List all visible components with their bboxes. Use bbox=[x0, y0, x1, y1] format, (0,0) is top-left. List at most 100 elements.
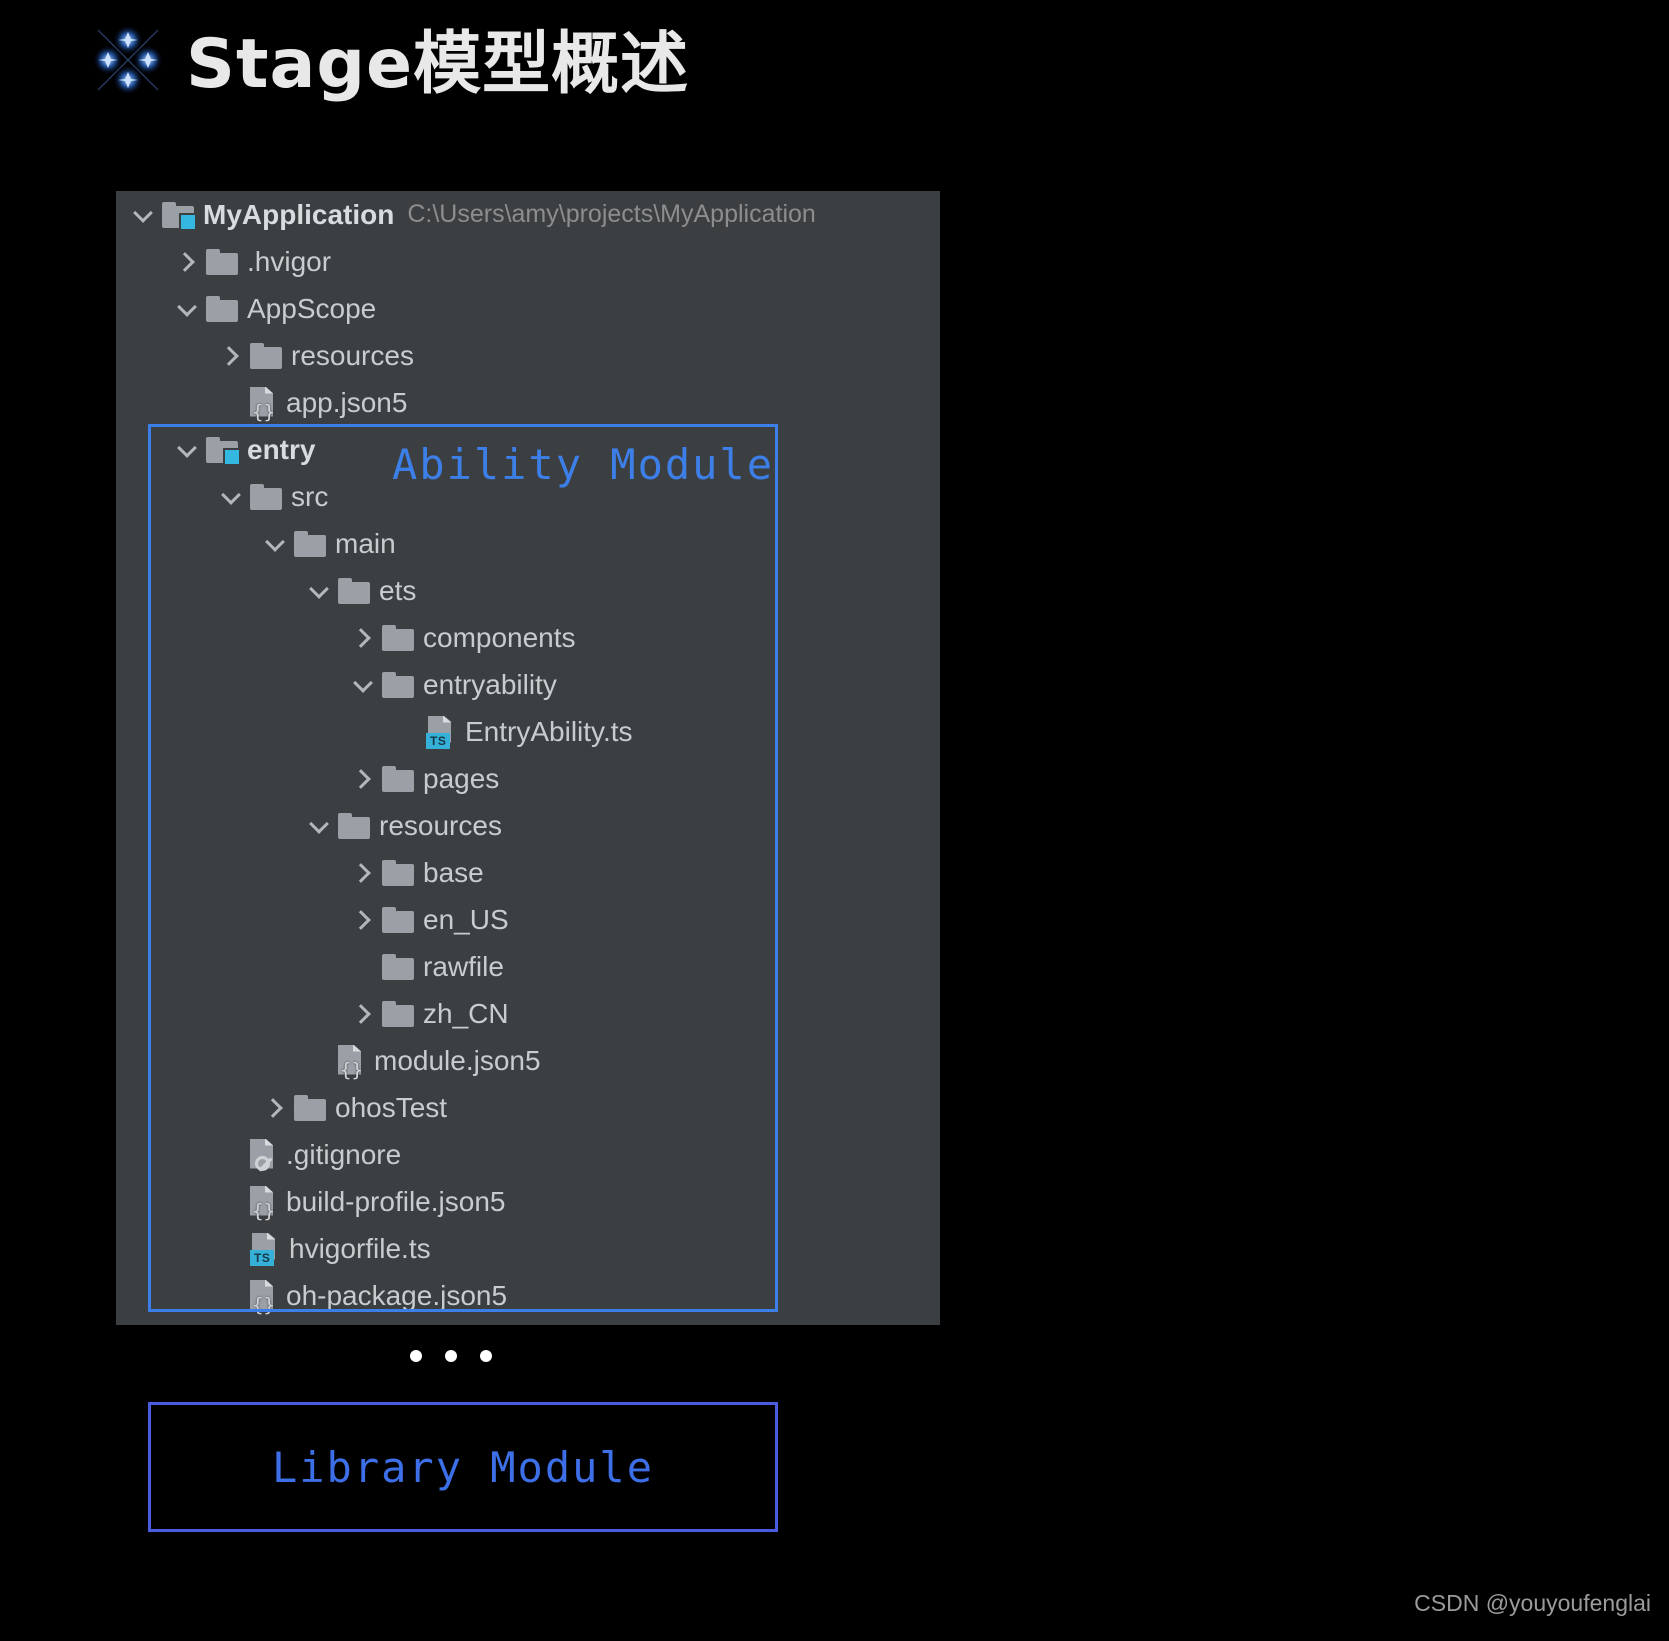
tree-row[interactable]: TS EntryAbility.ts bbox=[116, 708, 940, 755]
chevron-down-icon[interactable] bbox=[174, 437, 200, 463]
chevron-down-icon[interactable] bbox=[174, 296, 200, 322]
tree-row[interactable]: {} app.json5 bbox=[116, 379, 940, 426]
tree-item-label: resources bbox=[379, 809, 502, 841]
chevron-right-icon[interactable] bbox=[350, 766, 376, 792]
tree-row[interactable]: AppScope bbox=[116, 285, 940, 332]
tree-row[interactable]: ohosTest bbox=[116, 1084, 940, 1131]
tree-row[interactable]: components bbox=[116, 614, 940, 661]
folder-icon bbox=[382, 1000, 414, 1027]
chevron-placeholder bbox=[306, 1048, 332, 1074]
tree-item-label: .hvigor bbox=[247, 245, 332, 277]
chevron-down-icon[interactable] bbox=[306, 578, 332, 604]
tree-row[interactable]: resources bbox=[116, 332, 940, 379]
tree-item-label: src bbox=[291, 480, 329, 512]
folder-icon bbox=[338, 577, 370, 604]
json5-file-icon: {} bbox=[250, 1279, 277, 1314]
tree-row[interactable]: en_US bbox=[116, 896, 940, 943]
gitignore-file-icon bbox=[250, 1138, 277, 1171]
tree-item-label: entryability bbox=[423, 668, 557, 700]
tree-row[interactable]: pages bbox=[116, 755, 940, 802]
folder-icon bbox=[294, 530, 326, 557]
folder-icon bbox=[382, 859, 414, 886]
json5-file-icon: {} bbox=[338, 1044, 365, 1079]
folder-icon bbox=[382, 624, 414, 651]
tree-item-label: pages bbox=[423, 762, 500, 794]
chevron-placeholder bbox=[218, 1142, 244, 1168]
tree-item-label: rawfile bbox=[423, 950, 504, 982]
tree-item-label: entry bbox=[247, 433, 316, 465]
ellipsis-dots bbox=[410, 1350, 492, 1362]
chevron-down-icon[interactable] bbox=[130, 202, 156, 228]
dot bbox=[445, 1350, 457, 1362]
tree-row[interactable]: base bbox=[116, 849, 940, 896]
json5-file-icon: {} bbox=[250, 1185, 277, 1220]
folder-icon bbox=[382, 953, 414, 980]
page-title: Stage模型概述 bbox=[186, 25, 690, 104]
typescript-file-icon: TS bbox=[426, 715, 456, 749]
tree-row[interactable]: zh_CN bbox=[116, 990, 940, 1037]
tree-item-label: zh_CN bbox=[423, 997, 509, 1029]
json5-file-icon: {} bbox=[250, 386, 277, 421]
tree-item-label: ets bbox=[379, 574, 417, 606]
tree-row[interactable]: entryability bbox=[116, 661, 940, 708]
tree-item-label: MyApplication bbox=[203, 198, 395, 230]
chevron-down-icon[interactable] bbox=[350, 672, 376, 698]
tree-item-label: en_US bbox=[423, 903, 509, 935]
tree-row[interactable]: {} oh-package.json5 bbox=[116, 1272, 940, 1319]
chevron-right-icon[interactable] bbox=[350, 1001, 376, 1027]
folder-icon bbox=[338, 812, 370, 839]
library-module-label: Library Module bbox=[271, 1442, 654, 1492]
folder-icon bbox=[294, 1094, 326, 1121]
tree-item-label: EntryAbility.ts bbox=[465, 715, 633, 747]
chevron-right-icon[interactable] bbox=[262, 1095, 288, 1121]
dot bbox=[480, 1350, 492, 1362]
tree-item-label: module.json5 bbox=[374, 1044, 541, 1076]
tree-item-label: resources bbox=[291, 339, 414, 371]
chevron-right-icon[interactable] bbox=[350, 625, 376, 651]
folder-icon bbox=[382, 765, 414, 792]
tree-item-label: .gitignore bbox=[286, 1138, 402, 1170]
tree-item-label: ohosTest bbox=[335, 1091, 448, 1123]
page-header: Stage模型概述 bbox=[0, 0, 1669, 120]
tree-item-label: base bbox=[423, 856, 484, 888]
chevron-placeholder bbox=[218, 1189, 244, 1215]
chevron-right-icon[interactable] bbox=[350, 907, 376, 933]
project-path-hint: C:\Users\amy\projects\MyApplication bbox=[407, 200, 816, 228]
library-module-box: Library Module bbox=[148, 1402, 778, 1532]
tree-row[interactable]: resources bbox=[116, 802, 940, 849]
tree-row[interactable]: ets bbox=[116, 567, 940, 614]
folder-icon bbox=[206, 248, 238, 275]
tree-row[interactable]: .hvigor bbox=[116, 238, 940, 285]
chevron-right-icon[interactable] bbox=[218, 343, 244, 369]
chevron-right-icon[interactable] bbox=[174, 249, 200, 275]
tree-row[interactable]: TS hvigorfile.ts bbox=[116, 1225, 940, 1272]
dot bbox=[410, 1350, 422, 1362]
module-folder-icon bbox=[206, 436, 241, 466]
project-file-tree-panel: MyApplication C:\Users\amy\projects\MyApp… bbox=[116, 191, 940, 1325]
folder-icon bbox=[250, 483, 282, 510]
tree-row[interactable]: main bbox=[116, 520, 940, 567]
chevron-placeholder bbox=[350, 954, 376, 980]
chevron-down-icon[interactable] bbox=[262, 531, 288, 557]
tree-item-label: components bbox=[423, 621, 576, 653]
tree-item-label: oh-package.json5 bbox=[286, 1279, 508, 1311]
module-folder-icon bbox=[162, 201, 197, 231]
tree-row[interactable]: .gitignore bbox=[116, 1131, 940, 1178]
tree-row[interactable]: rawfile bbox=[116, 943, 940, 990]
tree-row[interactable]: {} build-profile.json5 bbox=[116, 1178, 940, 1225]
tree-row[interactable]: MyApplication C:\Users\amy\projects\MyApp… bbox=[116, 191, 940, 238]
tree-item-label: app.json5 bbox=[286, 386, 408, 418]
sparkle-icon bbox=[93, 25, 163, 95]
chevron-placeholder bbox=[218, 1283, 244, 1309]
chevron-placeholder bbox=[218, 1236, 244, 1262]
ability-module-label: Ability Module bbox=[392, 440, 775, 489]
chevron-placeholder bbox=[218, 390, 244, 416]
chevron-down-icon[interactable] bbox=[306, 813, 332, 839]
chevron-down-icon[interactable] bbox=[218, 484, 244, 510]
folder-icon bbox=[382, 906, 414, 933]
chevron-right-icon[interactable] bbox=[350, 860, 376, 886]
tree-item-label: main bbox=[335, 527, 396, 559]
folder-icon bbox=[250, 342, 282, 369]
folder-icon bbox=[382, 671, 414, 698]
tree-row[interactable]: {} module.json5 bbox=[116, 1037, 940, 1084]
